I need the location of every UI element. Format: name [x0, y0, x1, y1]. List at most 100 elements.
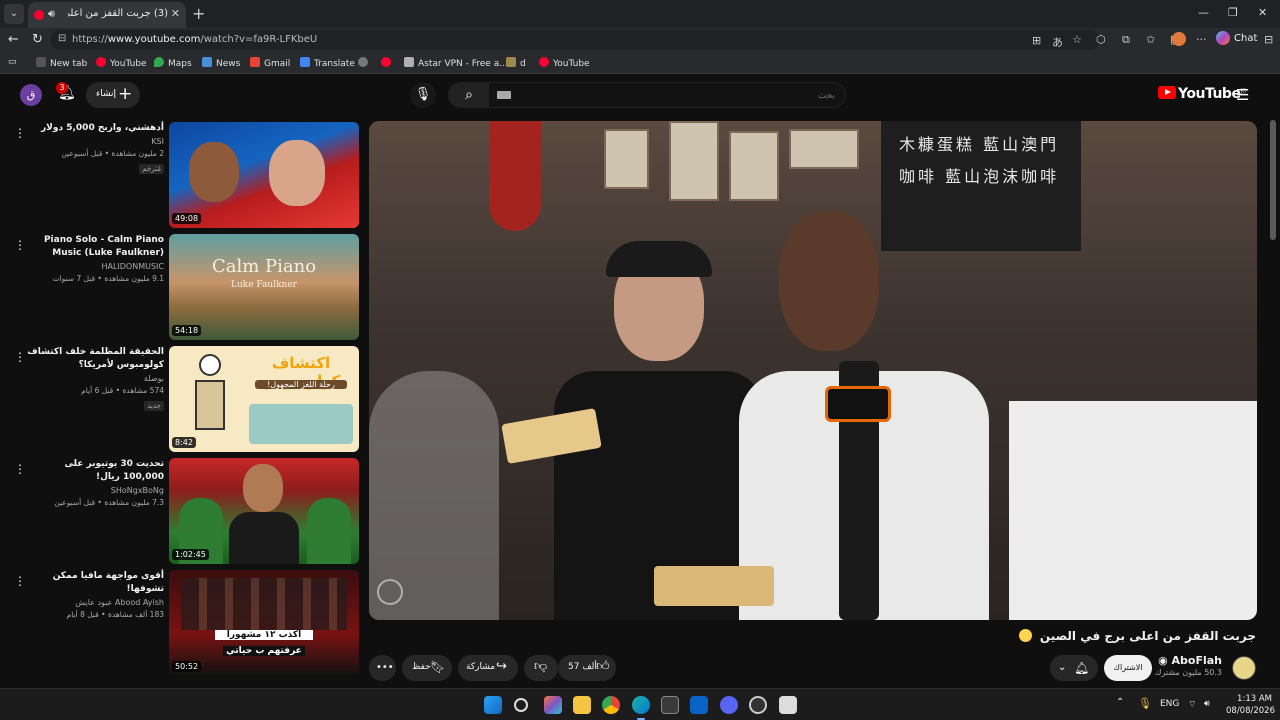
reading-list-icon[interactable]: ▭	[8, 57, 17, 67]
rec-title[interactable]: أقوى مواجهة مافيا ممكن تشوفها!	[24, 570, 164, 596]
file-explorer-icon[interactable]	[573, 696, 591, 714]
browser-tab-active[interactable]: 🔊︎ (3) جربت القفز من اعلى برج في ✕	[28, 2, 186, 28]
window-close-icon[interactable]: ✕	[1258, 6, 1267, 19]
microphone-icon[interactable]: 🎙︎	[1138, 697, 1152, 710]
rec-item[interactable]: 1:02:45 ⋮ تحديت 30 يوتيوبر على 100,000 ر…	[0, 456, 364, 564]
notification-preferences-button[interactable]: 🔔︎ ⌄	[1050, 655, 1098, 681]
bookmark-youtube[interactable]: YouTube	[96, 57, 147, 69]
discord-icon[interactable]	[720, 696, 738, 714]
bookmarks-bar: ▭ New tab YouTube Maps News Gmail Transl…	[0, 52, 1280, 74]
bookmark-news[interactable]: News	[202, 57, 240, 69]
address-bar[interactable]: ⊟ https://www.youtube.com/watch?v=fa9R-L…	[50, 30, 1100, 50]
rec-title[interactable]: تحديت 30 يوتيوبر على 100,000 ريال!	[24, 458, 164, 484]
guide-menu-icon[interactable]: ☰	[1236, 86, 1249, 104]
notification-count-badge: 3	[56, 82, 68, 94]
favorites-icon[interactable]: ✩	[1146, 33, 1155, 46]
outlook-icon[interactable]	[690, 696, 708, 714]
profile-avatar[interactable]	[1172, 32, 1186, 46]
site-info-icon[interactable]: ⊟	[58, 33, 66, 44]
language-indicator[interactable]: ENG	[1160, 699, 1179, 709]
store-icon[interactable]	[661, 696, 679, 714]
rec-channel[interactable]: KSI	[24, 136, 164, 148]
tab-actions-chevron-icon[interactable]: ⌄	[4, 4, 24, 24]
rec-thumbnail[interactable]: اكذب ١٢ مشهورا عرفتهم ب حياتي 50:52	[169, 570, 359, 676]
search-button[interactable]: ⌕	[449, 83, 489, 107]
system-clock[interactable]: 1:13 AM 08/08/2026	[1226, 693, 1275, 717]
split-screen-icon[interactable]: ⧉	[1122, 33, 1130, 47]
bookmark-youtube-icon[interactable]	[381, 57, 395, 69]
subscribe-button[interactable]: الاشتراك	[1104, 655, 1152, 681]
rec-channel[interactable]: بوصلة	[24, 373, 164, 385]
bookmark-gmail[interactable]: Gmail	[250, 57, 290, 69]
youtube-logo[interactable]: YouTubeJO	[1158, 86, 1246, 102]
like-button[interactable]: 👍︎ 57 ألف	[558, 655, 616, 681]
reload-icon[interactable]: ↻	[32, 32, 43, 47]
minimize-icon[interactable]: —	[1198, 6, 1209, 19]
rec-thumbnail[interactable]: اكتشاف كولومبوس رحلة اللغز المجهول! 8:42	[169, 346, 359, 452]
bookmark-maps[interactable]: Maps	[154, 57, 192, 69]
rec-title[interactable]: الحقيقة المظلمة خلف اكتشاف كولومبوس لأمر…	[24, 346, 164, 372]
rec-item[interactable]: اكذب ١٢ مشهورا عرفتهم ب حياتي 50:52 ⋮ أق…	[0, 568, 364, 676]
tab-title: (3) جربت القفز من اعلى برج في	[68, 8, 168, 19]
rec-thumbnail[interactable]: 1:02:45	[169, 458, 359, 564]
search-icon[interactable]	[514, 698, 528, 712]
translate-icon[interactable]: あ	[1052, 34, 1063, 50]
copilot-icon[interactable]	[544, 696, 562, 714]
chrome-icon[interactable]	[602, 696, 620, 714]
more-menu-icon[interactable]: ···	[1196, 33, 1207, 46]
tray-chevron-up-icon[interactable]: ⌃	[1116, 697, 1124, 708]
back-arrow-icon[interactable]: ←	[8, 32, 19, 47]
steam-icon[interactable]	[749, 696, 767, 714]
start-windows-icon[interactable]	[484, 696, 502, 714]
bookmark-translate[interactable]: Translate	[300, 57, 355, 69]
bookmark-d[interactable]: d	[506, 57, 526, 69]
bookmark-globe[interactable]	[358, 57, 372, 69]
close-tab-icon[interactable]: ✕	[171, 7, 180, 20]
rec-thumbnail[interactable]: Calm Piano Luke Faulkner 54:18	[169, 234, 359, 340]
channel-watermark-icon[interactable]	[377, 579, 403, 605]
app-icon[interactable]	[779, 696, 797, 714]
new-tab-plus-icon[interactable]: +	[192, 4, 205, 23]
bookmark-youtube-2[interactable]: YouTube	[539, 57, 590, 69]
bookmark-new-tab[interactable]: New tab	[36, 57, 87, 69]
edge-icon[interactable]	[632, 696, 650, 714]
rec-item[interactable]: Calm Piano Luke Faulkner 54:18 ⋮ Piano S…	[0, 232, 364, 340]
rec-channel[interactable]: SHoNgxBoNg	[24, 485, 164, 497]
bookmark-astar-vpn[interactable]: Astar VPN - Free a...	[404, 57, 508, 69]
wifi-icon[interactable]: ⌔	[1188, 699, 1196, 710]
share-button[interactable]: ↪ مشاركة	[458, 655, 518, 681]
keyboard-icon[interactable]	[497, 91, 511, 99]
favorite-star-icon[interactable]: ☆	[1072, 33, 1082, 46]
share-label: مشاركة	[466, 662, 496, 672]
restore-icon[interactable]: ❐	[1228, 6, 1238, 19]
rec-thumbnail[interactable]: 49:08	[169, 122, 359, 228]
recommendations-list: 49:08 ⋮ أدهشني، واربح 5,000 دولار KSI 2 …	[0, 120, 364, 686]
rec-channel[interactable]: Abood Ayish عبود عايش	[24, 597, 164, 609]
rec-item[interactable]: 49:08 ⋮ أدهشني، واربح 5,000 دولار KSI 2 …	[0, 120, 364, 228]
wall-frame	[729, 131, 779, 201]
speaker-icon[interactable]: 🔊︎	[48, 7, 55, 21]
rec-channel[interactable]: HALIDONMUSIC	[24, 261, 164, 273]
rec-item[interactable]: اكتشاف كولومبوس رحلة اللغز المجهول! 8:42…	[0, 344, 364, 452]
search-input[interactable]	[535, 88, 835, 102]
sidebar-icon[interactable]: ⊟	[1264, 33, 1273, 46]
volume-icon[interactable]: 🔊︎	[1204, 699, 1210, 709]
voice-search-mic-icon[interactable]: 🎙︎	[410, 82, 436, 108]
duration-badge: 50:52	[172, 661, 202, 672]
rec-badge: جديد	[144, 401, 164, 411]
dislike-button[interactable]: 👎︎	[524, 655, 558, 681]
rec-title[interactable]: Piano Solo - Calm Piano Music (Luke Faul…	[24, 234, 164, 260]
page-scrollbar[interactable]	[1270, 120, 1276, 240]
save-button[interactable]: 🔖︎ حفظ	[402, 655, 452, 681]
windows-taskbar: ⌃ 🎙︎ ENG ⌔ 🔊︎ 1:13 AM 08/08/2026	[0, 688, 1280, 720]
more-actions-button[interactable]: •••	[369, 655, 396, 681]
rec-title[interactable]: أدهشني، واربح 5,000 دولار	[24, 122, 164, 135]
copilot-chat-button[interactable]: Chat	[1216, 31, 1257, 45]
channel-avatar[interactable]	[1232, 656, 1256, 680]
video-player[interactable]: 木糠蛋糕 藍山澳門咖啡 藍山泡沫咖啡	[369, 121, 1257, 620]
rec-meta: 574 مشاهدة • قبل 6 أيام	[81, 386, 164, 395]
extensions-icon[interactable]: ⬡	[1096, 33, 1106, 46]
account-avatar[interactable]: ق	[20, 84, 42, 106]
create-button[interactable]: إنشاء +	[86, 82, 140, 108]
app-available-icon[interactable]: ⊞	[1032, 34, 1041, 47]
